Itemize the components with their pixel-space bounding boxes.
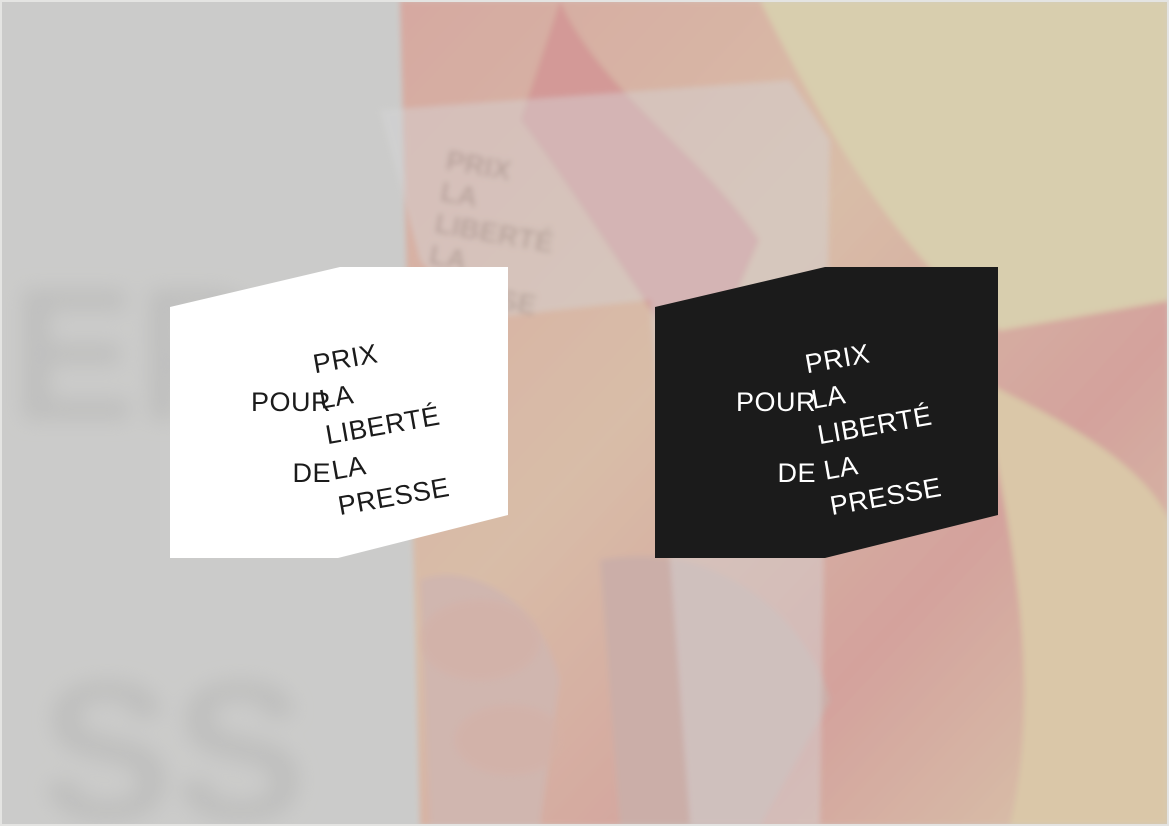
logo-dark-word-la-2: LA: [821, 450, 861, 486]
logo-light-word-la-2: LA: [329, 450, 369, 486]
logo-light-word-de: DE: [292, 458, 331, 488]
logo-dark-word-de: DE: [777, 458, 816, 488]
logo-dark-version: POUR DE PRIX LA LIBERTÉ LA PRESSE: [653, 265, 998, 560]
logo-dark-word-pour: POUR: [735, 387, 816, 417]
logo-light-version: POUR DE PRIX LA LIBERTÉ LA PRESSE: [168, 265, 513, 560]
logo-light-word-prix: PRIX: [310, 338, 380, 380]
logo-dark-word-prix: PRIX: [802, 338, 872, 380]
logo-light-word-la-1: LA: [316, 379, 356, 415]
logo-dark-word-la-1: LA: [808, 379, 848, 415]
